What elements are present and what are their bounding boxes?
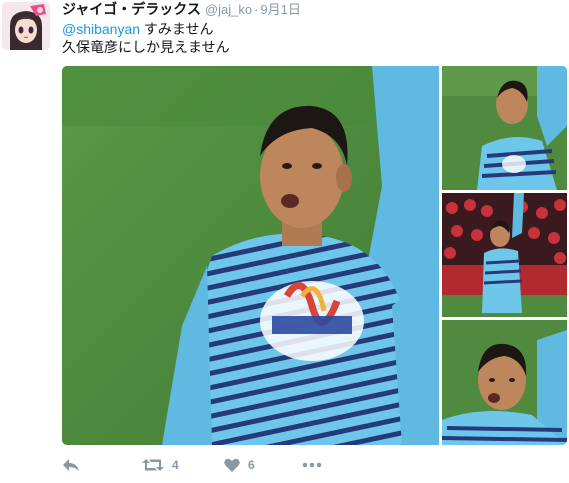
like-button[interactable]: 6 [224, 455, 255, 475]
retweet-button[interactable]: 4 [142, 455, 179, 475]
like-count: 6 [248, 458, 255, 472]
tweet-text-line-2: 久保竜彦にしか見えません [62, 39, 230, 55]
soccer-player-photo [442, 320, 567, 445]
soccer-player-photo [62, 66, 439, 445]
soccer-player-photo [442, 193, 567, 317]
user-handle[interactable]: @jaj_ko [205, 2, 252, 17]
photo-thumbnail-2[interactable] [442, 193, 567, 317]
tweet-header: ジャイゴ・デラックス @jaj_ko · 9月1日 [62, 0, 301, 20]
more-dots-icon [302, 462, 322, 468]
photo-main[interactable] [62, 66, 439, 445]
tweet-text: @shibanyan すみません 久保竜彦にしか見えません [62, 20, 230, 56]
avatar[interactable] [2, 2, 50, 50]
media-grid [62, 66, 567, 445]
tweet-timestamp[interactable]: 9月1日 [260, 2, 300, 17]
tweet-actions: 4 6 [62, 455, 362, 475]
soccer-player-photo [442, 66, 567, 190]
retweet-icon [142, 459, 164, 471]
retweet-count: 4 [172, 458, 179, 472]
photo-thumbnail-3[interactable] [442, 320, 567, 445]
photo-thumbnail-1[interactable] [442, 66, 567, 190]
heart-icon [224, 458, 240, 472]
reply-button[interactable] [62, 455, 80, 475]
mention-link[interactable]: @shibanyan [62, 21, 140, 37]
reply-icon [63, 459, 79, 471]
tweet-text-line-1: @shibanyan すみません [62, 20, 230, 38]
display-name[interactable]: ジャイゴ・デラックス [62, 1, 201, 17]
more-button[interactable] [302, 455, 322, 475]
anime-avatar-image [2, 2, 50, 50]
tweet-text-rest: すみません [140, 21, 214, 37]
separator-dot: · [254, 2, 259, 17]
